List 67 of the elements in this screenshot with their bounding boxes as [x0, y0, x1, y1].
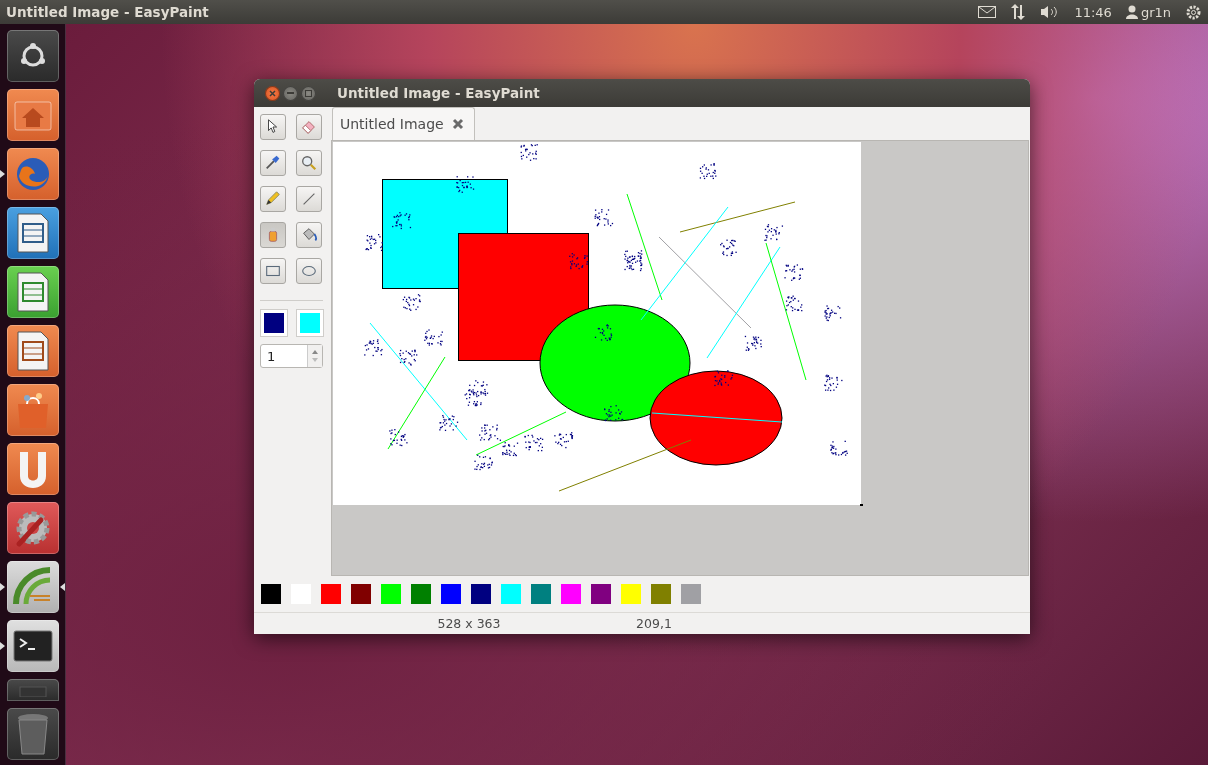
palette-swatch[interactable]	[591, 584, 611, 604]
clock[interactable]: 11:46	[1074, 4, 1112, 20]
paint-bucket-icon	[300, 226, 318, 244]
palette-swatch[interactable]	[681, 584, 701, 604]
launcher-item[interactable]	[6, 384, 59, 436]
pencil-icon	[264, 190, 282, 208]
palette-swatch[interactable]	[651, 584, 671, 604]
launcher-item[interactable]	[6, 148, 59, 200]
launcher-item[interactable]	[6, 266, 59, 318]
terminal-icon	[12, 630, 53, 662]
spreadsheet-icon	[14, 271, 51, 313]
palette-swatch[interactable]	[531, 584, 551, 604]
launcher-item-icon	[17, 683, 48, 697]
palette-swatch[interactable]	[411, 584, 431, 604]
launcher-item[interactable]	[6, 502, 59, 554]
ellipse-tool[interactable]	[296, 258, 322, 284]
up-arrow-icon[interactable]	[312, 350, 318, 354]
rectangle-tool[interactable]	[260, 258, 286, 284]
palette-swatch[interactable]	[441, 584, 461, 604]
launcher-item[interactable]	[6, 30, 59, 82]
presentation-icon	[14, 330, 51, 372]
magnifier-icon	[300, 154, 318, 172]
launcher-item[interactable]	[6, 325, 59, 377]
palette-swatch[interactable]	[561, 584, 581, 604]
launcher-item[interactable]	[6, 620, 59, 672]
gear-icon[interactable]	[1185, 3, 1202, 21]
maximize-button[interactable]	[301, 85, 316, 101]
palette-swatch[interactable]	[321, 584, 341, 604]
up-down-arrows-icon[interactable]	[1010, 4, 1027, 20]
launcher-item[interactable]	[6, 207, 59, 259]
close-icon[interactable]	[451, 118, 464, 130]
launcher-item[interactable]	[6, 89, 59, 141]
color-picker-tool[interactable]	[260, 150, 286, 176]
palette-swatch[interactable]	[471, 584, 491, 604]
user-icon[interactable]	[1125, 5, 1138, 19]
eraser-tool[interactable]	[296, 114, 322, 140]
spray-tool[interactable]	[260, 222, 286, 248]
window-title: Untitled Image - EasyPaint	[337, 85, 540, 101]
user-name[interactable]: gr1n	[1140, 4, 1171, 20]
pipette-icon	[264, 154, 282, 172]
paint-canvas-drawing[interactable]	[333, 142, 863, 506]
maximize-icon	[305, 89, 312, 97]
launcher-item[interactable]	[6, 443, 59, 495]
close-button[interactable]	[265, 85, 280, 101]
palette-swatch[interactable]	[501, 584, 521, 604]
line-tool[interactable]	[296, 186, 322, 212]
launcher-item[interactable]	[6, 561, 59, 613]
pencil-tool[interactable]	[260, 186, 286, 212]
cursor-position: 209,1	[635, 616, 673, 631]
brush-size-spinbox[interactable]: 1	[260, 344, 323, 368]
palette-swatch[interactable]	[351, 584, 371, 604]
document-icon	[14, 212, 51, 254]
close-icon	[269, 89, 276, 97]
palette-swatch[interactable]	[261, 584, 281, 604]
palette-swatch[interactable]	[381, 584, 401, 604]
image-size: 528 x 363	[436, 616, 502, 631]
minimize-button[interactable]	[283, 85, 298, 101]
select-tool[interactable]	[260, 114, 286, 140]
eraser-icon	[300, 118, 318, 136]
fill-tool[interactable]	[296, 222, 322, 248]
home-folder-icon	[12, 98, 53, 132]
envelope-icon[interactable]	[978, 6, 997, 18]
zoom-tool[interactable]	[296, 150, 322, 176]
palette-swatch[interactable]	[621, 584, 641, 604]
document-tab[interactable]: Untitled Image	[332, 107, 475, 140]
minimize-icon	[287, 92, 294, 94]
window-title: Untitled Image - EasyPaint	[6, 4, 210, 20]
